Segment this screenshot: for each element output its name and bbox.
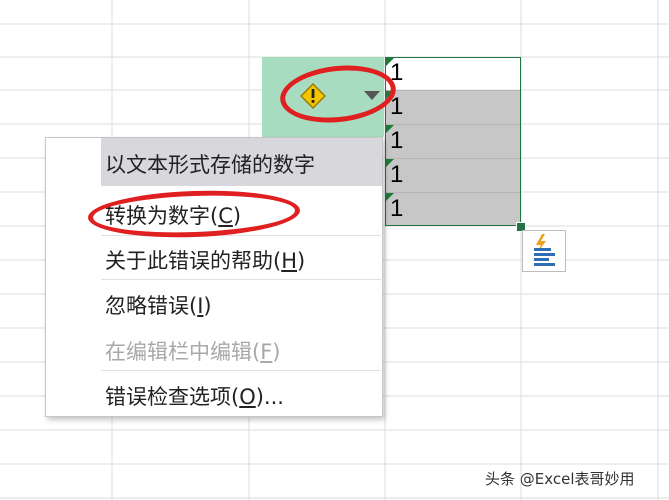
menu-item-label-end: )	[297, 249, 306, 273]
menu-item-edit-in-formula-bar: 在编辑栏中编辑(F)	[105, 336, 281, 366]
menu-item-accelerator: O	[239, 385, 256, 409]
selection-range	[385, 57, 521, 226]
menu-item-label-end: )...	[255, 385, 284, 409]
menu-item-label: 关于此错误的帮助(	[105, 249, 282, 273]
menu-item-label: 在编辑栏中编辑(	[105, 340, 261, 364]
menu-item-help[interactable]: 关于此错误的帮助(H)	[105, 245, 305, 275]
menu-item-label-end: )	[272, 340, 281, 364]
menu-item-ignore-error[interactable]: 忽略错误(I)	[105, 290, 212, 320]
menu-item-label-end: )	[203, 294, 212, 318]
menu-item-label: 忽略错误(	[105, 294, 198, 318]
menu-item-error-checking-options[interactable]: 错误检查选项(O)...	[105, 381, 284, 411]
watermark: 头条 @Excel表哥妙用	[485, 470, 635, 488]
error-context-menu: 以文本形式存储的数字 转换为数字(C) 关于此错误的帮助(H) 忽略错误(I) …	[45, 137, 383, 417]
menu-item-label: 错误检查选项(	[105, 385, 240, 409]
menu-header-text: 以文本形式存储的数字	[105, 153, 315, 177]
menu-item-accelerator: F	[260, 340, 273, 364]
menu-separator	[101, 279, 381, 280]
quick-analysis-icon[interactable]	[522, 230, 566, 272]
menu-separator	[101, 370, 381, 371]
menu-item-accelerator: H	[281, 249, 297, 273]
